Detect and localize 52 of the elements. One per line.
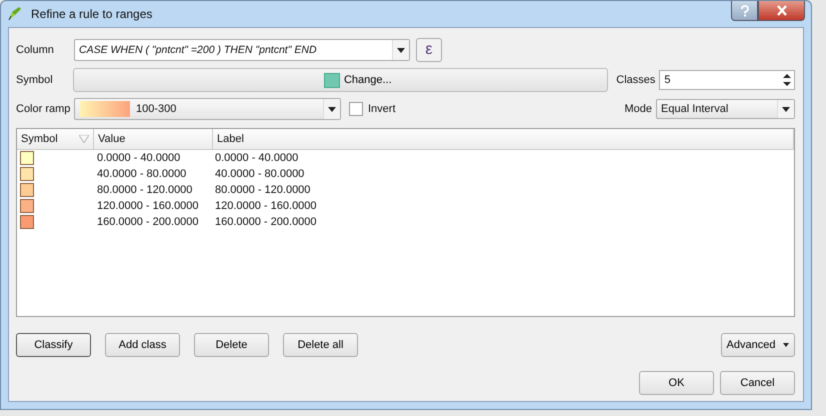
table-cell-text: 40.0000 - 80.0000 <box>96 168 188 180</box>
color-ramp-preview <box>80 101 130 117</box>
table-cell-text: 0.0000 - 40.0000 <box>214 152 300 164</box>
expression-button[interactable]: ε <box>416 38 442 62</box>
column-header[interactable]: Label <box>213 129 794 149</box>
window-title: Refine a rule to ranges <box>31 7 152 21</box>
caret-icon <box>783 343 790 347</box>
action-button[interactable]: Classify <box>16 333 91 357</box>
table-cell-text: 40.0000 - 80.0000 <box>214 168 306 180</box>
close-button[interactable] <box>758 1 805 21</box>
column-label: Column <box>16 44 55 56</box>
table-cell-text: 0.0000 - 40.0000 <box>96 152 182 164</box>
mode-label: Mode <box>624 103 652 115</box>
column-header[interactable]: Symbol <box>17 129 94 149</box>
close-icon <box>776 5 788 16</box>
table-cell-text: 160.0000 - 200.0000 <box>214 216 318 228</box>
mode-dropdown[interactable]: Equal Interval <box>656 99 795 119</box>
class-color-swatch[interactable] <box>20 167 34 181</box>
table-cell-text: 80.0000 - 120.0000 <box>96 184 194 196</box>
checkbox[interactable] <box>349 102 363 116</box>
help-icon <box>740 4 750 16</box>
spin-arrows-icon <box>782 73 791 87</box>
action-button[interactable]: Add class <box>105 333 180 357</box>
classes-spinbox[interactable]: 5 <box>659 70 795 90</box>
class-color-swatch[interactable] <box>20 183 34 197</box>
help-button[interactable] <box>731 1 758 21</box>
pencil-icon <box>7 6 23 22</box>
change-symbol-button[interactable]: Change... <box>73 68 608 92</box>
table-cell-text: 120.0000 - 160.0000 <box>96 200 200 212</box>
column-dropdown[interactable]: CASE WHEN ( "pntcnt" =200 ) THEN "pntcnt" END <box>74 39 410 61</box>
column-header[interactable]: Value <box>94 129 213 149</box>
dropdown-arrow-icon <box>328 106 336 112</box>
action-button[interactable]: Delete <box>194 333 269 357</box>
symbol-label: Symbol <box>16 74 54 86</box>
advanced-menu-button[interactable]: Advanced <box>721 333 795 357</box>
table-cell-text: 80.0000 - 120.0000 <box>214 184 312 196</box>
column-expression: CASE WHEN ( "pntcnt" =200 ) THEN "pntcnt" END <box>78 44 318 56</box>
color-ramp-label: Color ramp <box>16 103 72 115</box>
color-ramp-dropdown[interactable]: 100-300 <box>74 98 341 120</box>
table-cell-text: 120.0000 - 160.0000 <box>214 200 318 212</box>
dialog-button[interactable]: Cancel <box>720 371 795 395</box>
action-button[interactable]: Delete all <box>283 333 358 357</box>
table-cell-text: 160.0000 - 200.0000 <box>96 216 200 228</box>
dropdown-arrow-icon <box>782 106 790 112</box>
classes-label: Classes <box>616 74 656 86</box>
dialog-button[interactable]: OK <box>639 371 714 395</box>
class-color-swatch[interactable] <box>20 215 34 229</box>
dropdown-arrow-icon <box>397 48 405 52</box>
class-color-swatch[interactable] <box>20 199 34 213</box>
invert-checkbox[interactable]: Invert <box>349 102 396 116</box>
sort-indicator-icon <box>79 135 89 143</box>
class-color-swatch[interactable] <box>20 151 34 165</box>
